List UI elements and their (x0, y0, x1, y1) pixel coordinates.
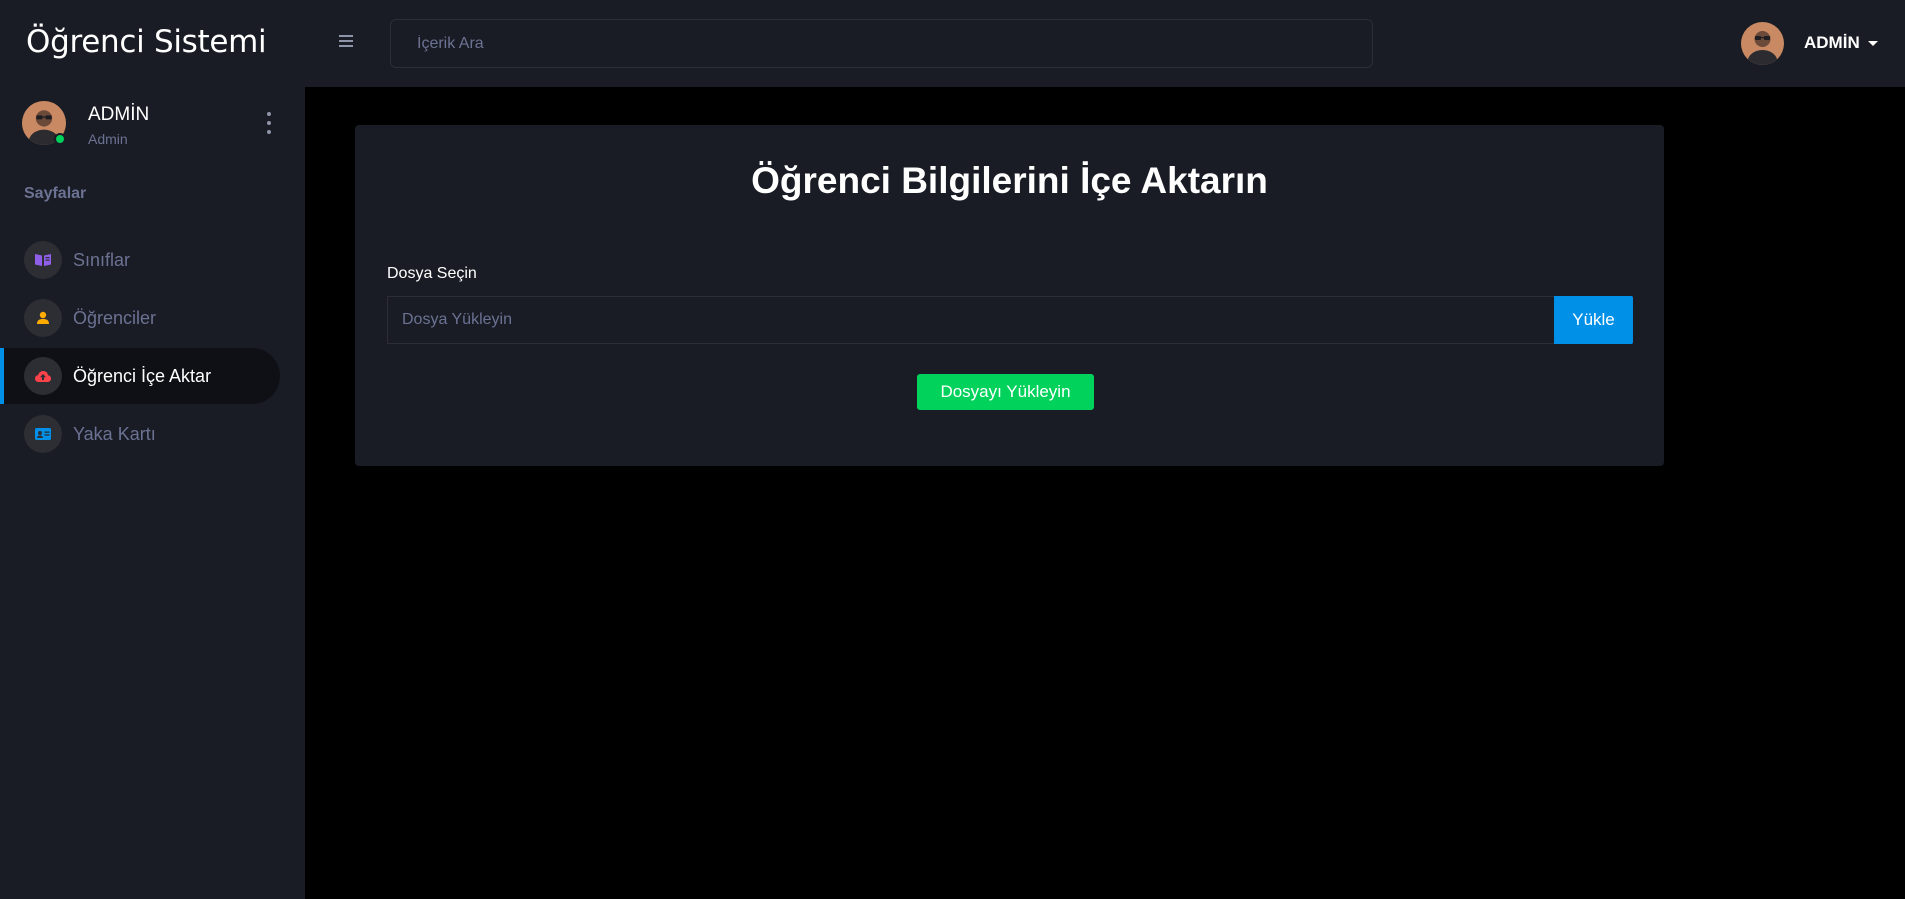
sidebar-item-label: Sınıflar (73, 249, 131, 270)
sidebar: ADMİN Admin Sayfalar Sınıflar Öğrenciler… (0, 87, 305, 899)
page-title: Öğrenci Bilgilerini İçe Aktarın (751, 160, 1268, 201)
sidebar-item-siniflar[interactable]: Sınıflar (0, 232, 280, 288)
sidebar-item-ogrenci-ice-aktar[interactable]: Öğrenci İçe Aktar (0, 348, 280, 404)
caret-down-icon (1867, 40, 1878, 46)
more-vertical-icon[interactable] (265, 112, 273, 134)
sidebar-section-title: Sayfalar (24, 185, 87, 202)
id-card-icon (24, 415, 62, 453)
sidebar-item-ogrenciler[interactable]: Öğrenciler (0, 290, 280, 346)
sidebar-profile: ADMİN Admin (22, 101, 284, 151)
sidebar-item-label: Yaka Kartı (73, 423, 156, 444)
profile-name: ADMİN (88, 104, 150, 125)
file-path-input[interactable] (387, 296, 1554, 344)
sidebar-item-yaka-karti[interactable]: Yaka Kartı (0, 406, 280, 462)
user-name: ADMİN (1804, 33, 1860, 52)
menu-toggle-icon[interactable] (336, 30, 358, 52)
import-card: Öğrenci Bilgilerini İçe Aktarın Dosya Se… (355, 125, 1664, 466)
profile-avatar[interactable] (22, 101, 66, 145)
online-status-indicator (54, 133, 66, 145)
sidebar-item-label: Öğrenci İçe Aktar (73, 365, 212, 386)
user-dropdown[interactable]: ADMİN (1804, 33, 1878, 53)
upload-file-button[interactable]: Dosyayı Yükleyin (917, 374, 1094, 410)
sidebar-nav: Sınıflar Öğrenciler Öğrenci İçe Aktar Ya… (0, 232, 305, 464)
file-field-label: Dosya Seçin (387, 265, 477, 282)
book-open-icon (24, 241, 62, 279)
user-icon (24, 299, 62, 337)
browse-file-button[interactable]: Yükle (1554, 296, 1633, 344)
profile-role: Admin (88, 131, 128, 147)
avatar[interactable] (1741, 22, 1784, 65)
sidebar-item-label: Öğrenciler (73, 307, 157, 328)
brand-logo[interactable]: Öğrenci Sistemi (26, 24, 267, 60)
cloud-upload-icon (24, 357, 62, 395)
top-navbar: Öğrenci Sistemi ADMİN (0, 0, 1905, 87)
search-input[interactable] (390, 19, 1373, 68)
